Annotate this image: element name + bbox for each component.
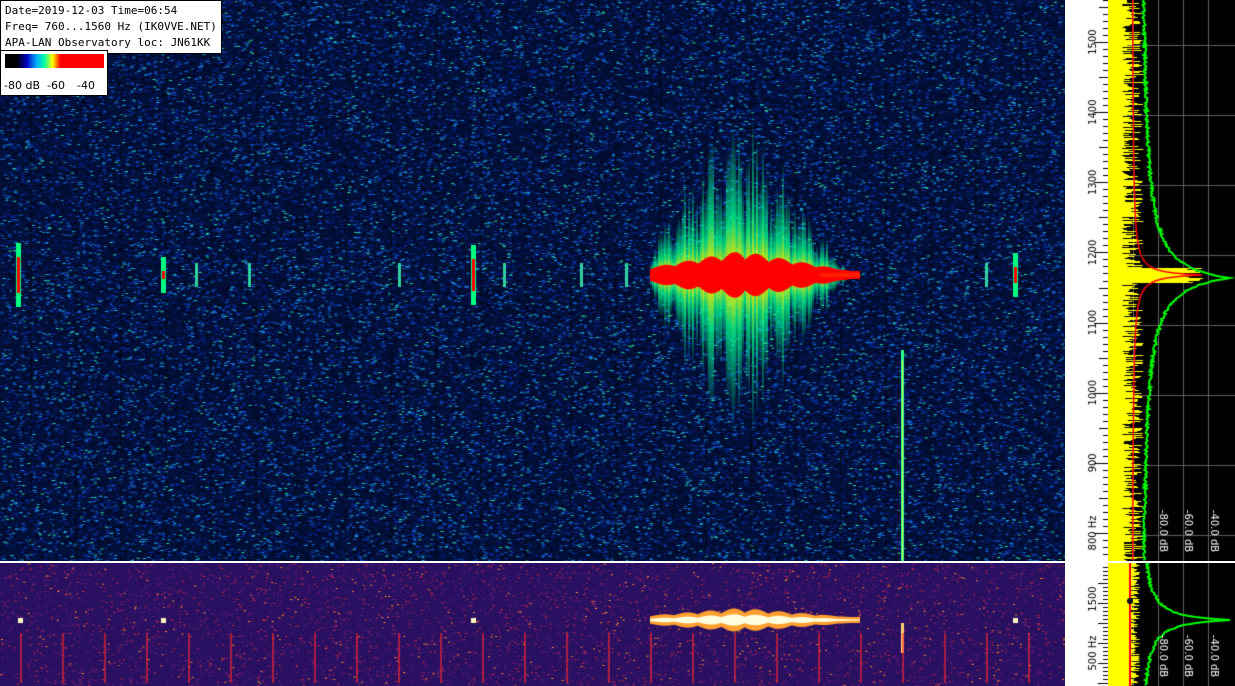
main-waterfall[interactable]: [0, 0, 1065, 561]
lower-frequency-axis: [1065, 563, 1108, 686]
frequency-axis: [1065, 0, 1108, 561]
color-scale-bar: [5, 54, 104, 68]
header-observatory: APA-LAN Observatory loc: JN61KK: [5, 36, 211, 49]
lower-spectrum-panel: [1108, 563, 1235, 686]
legend-label-40: -40: [77, 79, 95, 92]
lower-waterfall[interactable]: [0, 563, 1065, 686]
color-scale-legend: -80 dB -60 -40: [0, 50, 108, 96]
spectrogram-viewer: Date=2019-12-03 Time=06:54 Freq= 760...1…: [0, 0, 1235, 686]
spectrum-panel: [1108, 0, 1235, 561]
header-frequency: Freq= 760...1560 Hz (IK0VVE.NET): [5, 20, 217, 33]
legend-label-60: -60: [47, 79, 65, 92]
header-date-time: Date=2019-12-03 Time=06:54: [5, 4, 178, 17]
header-info: Date=2019-12-03 Time=06:54 Freq= 760...1…: [0, 0, 222, 54]
legend-label-80: -80 dB: [4, 79, 40, 92]
